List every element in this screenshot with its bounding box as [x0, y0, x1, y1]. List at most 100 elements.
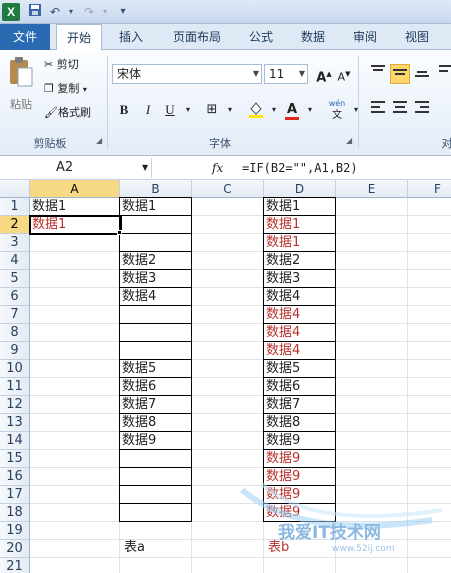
cell-b1[interactable]: 数据1 — [119, 197, 192, 216]
clipboard-launcher-icon[interactable]: ◢ — [96, 136, 102, 145]
align-top-icon[interactable] — [368, 64, 388, 84]
cell-b17[interactable] — [119, 485, 192, 504]
undo-dropdown-icon[interactable]: ▾ — [62, 3, 80, 21]
cell-b14[interactable]: 数据9 — [119, 431, 192, 450]
font-size-combo[interactable]: 11 ▼ — [264, 64, 308, 84]
row-header-17[interactable]: 17 — [0, 486, 30, 504]
row-header-4[interactable]: 4 — [0, 252, 30, 270]
cell-d12[interactable]: 数据7 — [263, 395, 336, 414]
row-header-13[interactable]: 13 — [0, 414, 30, 432]
row-header-2[interactable]: 2 — [0, 216, 30, 234]
column-header-c[interactable]: C — [192, 180, 264, 198]
align-bottom-icon[interactable] — [412, 64, 432, 84]
row-header-10[interactable]: 10 — [0, 360, 30, 378]
cell-b18[interactable] — [119, 503, 192, 522]
cell-b16[interactable] — [119, 467, 192, 486]
paste-button[interactable]: 粘贴 — [4, 56, 38, 114]
formula-input[interactable]: =IF(B2="",A1,B2) — [242, 158, 358, 178]
font-launcher-icon[interactable]: ◢ — [346, 136, 352, 145]
fill-color-icon[interactable] — [246, 100, 266, 120]
cell-b7[interactable] — [119, 305, 192, 324]
align-center-icon[interactable] — [390, 100, 410, 120]
row-header-15[interactable]: 15 — [0, 450, 30, 468]
underline-dropdown-icon[interactable]: ▾ — [178, 100, 198, 120]
row-header-12[interactable]: 12 — [0, 396, 30, 414]
row-header-21[interactable]: 21 — [0, 558, 30, 573]
row-header-11[interactable]: 11 — [0, 378, 30, 396]
cell-b5[interactable]: 数据3 — [119, 269, 192, 288]
bold-button[interactable]: B — [114, 100, 134, 120]
fill-handle[interactable] — [117, 230, 122, 235]
cell-d13[interactable]: 数据8 — [263, 413, 336, 432]
borders-dropdown-icon[interactable]: ▾ — [220, 100, 240, 120]
redo-dropdown-icon[interactable]: ▾ — [96, 3, 114, 21]
save-icon[interactable] — [26, 3, 44, 21]
row-header-5[interactable]: 5 — [0, 270, 30, 288]
cell-b12[interactable]: 数据7 — [119, 395, 192, 414]
cell-d1[interactable]: 数据1 — [263, 197, 336, 216]
cell-d15[interactable]: 数据9 — [263, 449, 336, 468]
cell-b2[interactable] — [119, 215, 192, 234]
name-box-dropdown-icon[interactable]: ▼ — [142, 158, 148, 178]
tab-view[interactable]: 视图 — [396, 24, 438, 50]
row-header-19[interactable]: 19 — [0, 522, 30, 540]
row-header-3[interactable]: 3 — [0, 234, 30, 252]
cell-b9[interactable] — [119, 341, 192, 360]
row-header-16[interactable]: 16 — [0, 468, 30, 486]
cell-d6[interactable]: 数据4 — [263, 287, 336, 306]
cell-d3[interactable]: 数据1 — [263, 233, 336, 252]
align-right-icon[interactable] — [412, 100, 432, 120]
cell-b15[interactable] — [119, 449, 192, 468]
format-painter-button[interactable]: 🖌格式刷 — [44, 104, 91, 122]
cell-d11[interactable]: 数据6 — [263, 377, 336, 396]
cell-d8[interactable]: 数据4 — [263, 323, 336, 342]
row-header-14[interactable]: 14 — [0, 432, 30, 450]
cell-d7[interactable]: 数据4 — [263, 305, 336, 324]
cell-d10[interactable]: 数据5 — [263, 359, 336, 378]
tab-home[interactable]: 开始 — [56, 24, 102, 51]
cut-button[interactable]: ✂ 剪切 — [44, 56, 79, 74]
column-header-e[interactable]: E — [336, 180, 408, 198]
font-color-dropdown-icon[interactable]: ▾ — [300, 100, 320, 120]
underline-button[interactable]: U — [160, 100, 180, 120]
tab-page-layout[interactable]: 页面布局 — [164, 24, 230, 50]
phonetic-dropdown-icon[interactable]: ▾ — [346, 100, 366, 120]
row-header-1[interactable]: 1 — [0, 198, 30, 216]
italic-button[interactable]: I — [138, 100, 158, 120]
row-header-6[interactable]: 6 — [0, 288, 30, 306]
row-header-7[interactable]: 7 — [0, 306, 30, 324]
select-all-corner[interactable] — [0, 180, 30, 198]
customize-toolbar-icon[interactable]: ▾ — [114, 3, 132, 21]
insert-function-icon[interactable]: fx — [212, 158, 223, 178]
borders-icon[interactable]: ⊞ — [202, 100, 222, 120]
column-header-d[interactable]: D — [264, 180, 336, 198]
fill-color-dropdown-icon[interactable]: ▾ — [264, 100, 284, 120]
column-header-a[interactable]: A — [30, 180, 120, 198]
cell-d4[interactable]: 数据2 — [263, 251, 336, 270]
cell-b13[interactable]: 数据8 — [119, 413, 192, 432]
tab-formulas[interactable]: 公式 — [240, 24, 282, 50]
cell-d5[interactable]: 数据3 — [263, 269, 336, 288]
wrap-text-icon[interactable] — [436, 64, 451, 84]
row-header-9[interactable]: 9 — [0, 342, 30, 360]
cell-a1[interactable]: 数据1 — [30, 198, 120, 216]
copy-button[interactable]: ❐ 复制 ▾ — [44, 80, 87, 99]
row-header-20[interactable]: 20 — [0, 540, 30, 558]
align-middle-icon[interactable] — [390, 64, 410, 84]
cell-b11[interactable]: 数据6 — [119, 377, 192, 396]
row-header-8[interactable]: 8 — [0, 324, 30, 342]
column-header-f[interactable]: F — [408, 180, 451, 198]
cell-b10[interactable]: 数据5 — [119, 359, 192, 378]
row-header-18[interactable]: 18 — [0, 504, 30, 522]
cell-b8[interactable] — [119, 323, 192, 342]
font-name-combo[interactable]: 宋体 ▼ — [112, 64, 262, 84]
tab-file[interactable]: 文件 — [0, 24, 50, 50]
cell-b6[interactable]: 数据4 — [119, 287, 192, 306]
worksheet-grid[interactable]: ABCDEF 1 2 3 4 5 6 7 8 9 10 11 12 13 14 15 16 17 18 19 20 21… — [0, 180, 451, 573]
tab-data[interactable]: 数据 — [292, 24, 334, 50]
align-left-icon[interactable] — [368, 100, 388, 120]
name-box[interactable]: A2 ▼ — [0, 158, 152, 178]
cell-d14[interactable]: 数据9 — [263, 431, 336, 450]
cell-b3[interactable] — [119, 233, 192, 252]
shrink-font-button[interactable]: A▼ — [334, 64, 354, 84]
